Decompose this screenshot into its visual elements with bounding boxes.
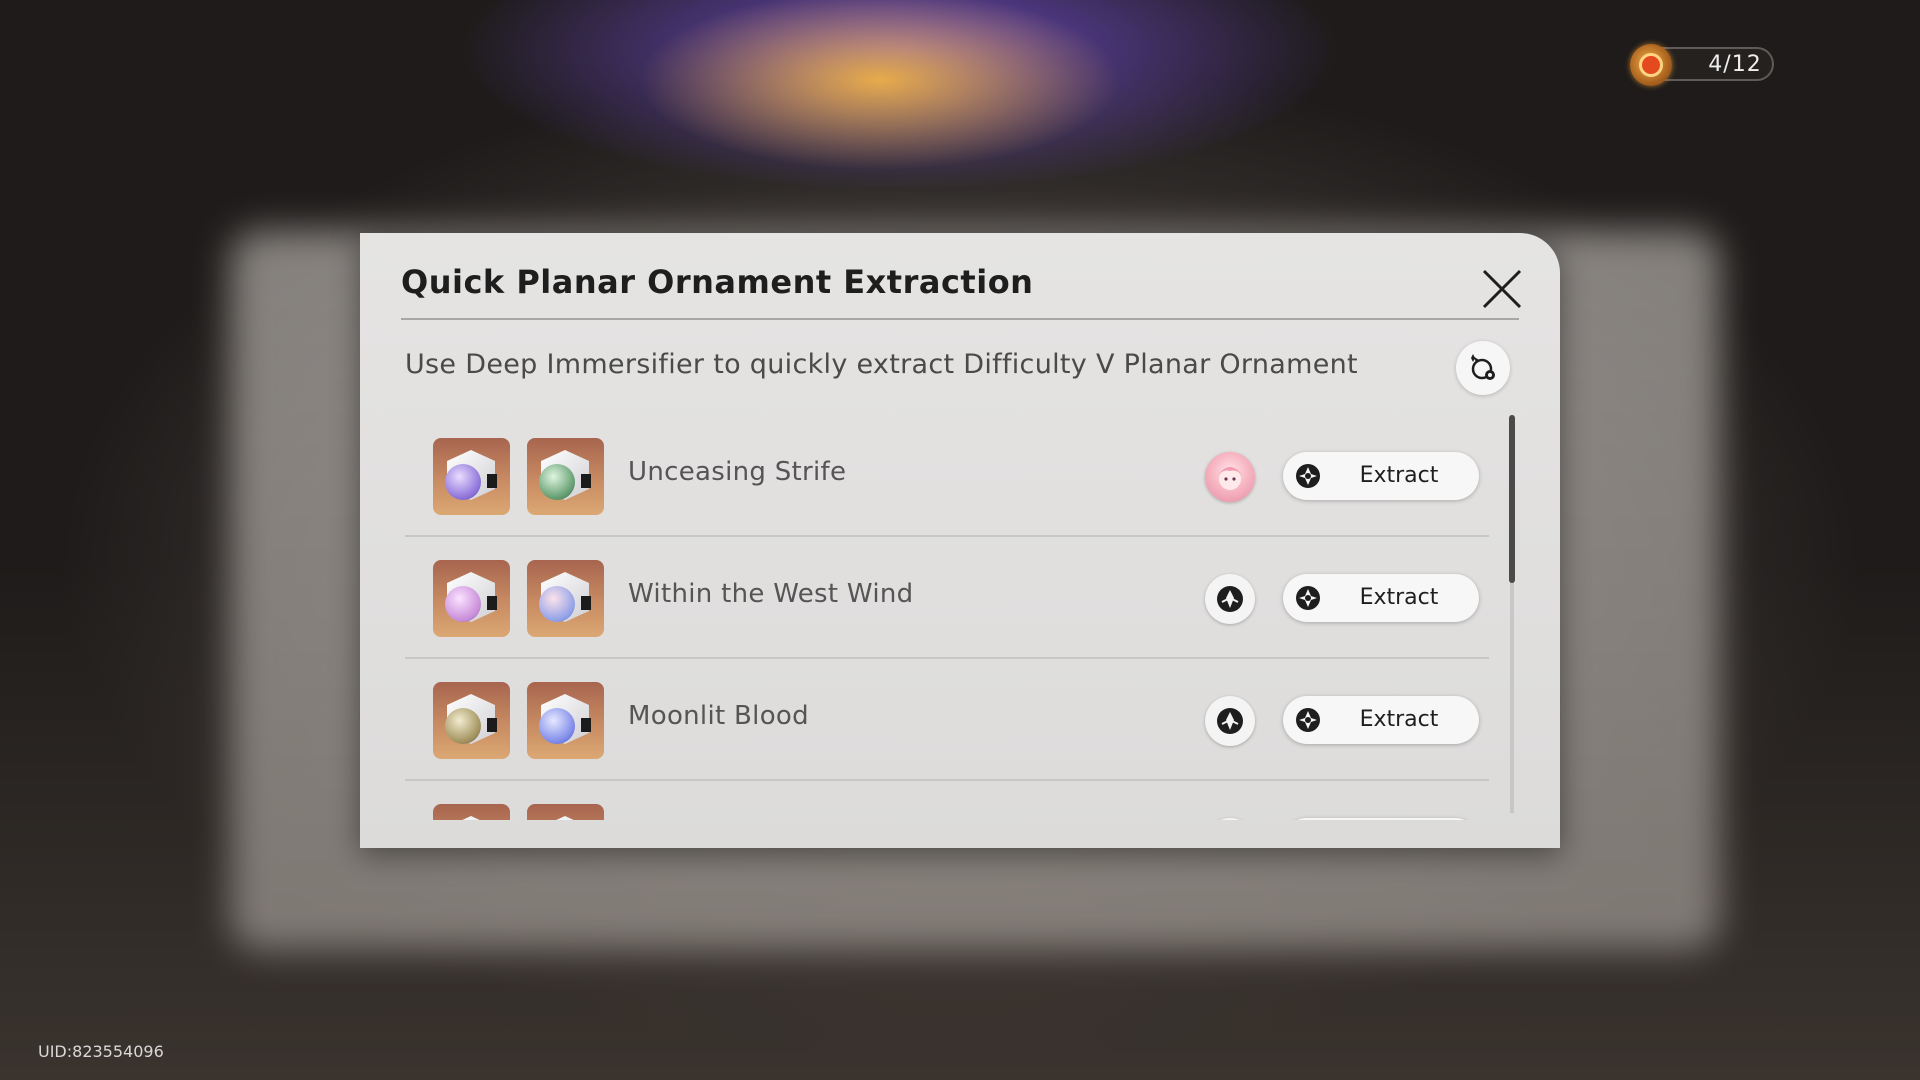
extract-label: Extract — [1359, 707, 1439, 732]
deep-immersifier-icon — [1296, 586, 1320, 610]
trailblaze-emblem-icon[interactable] — [1205, 574, 1255, 624]
trailblaze-emblem-icon[interactable] — [1205, 696, 1255, 746]
list-item: Unceasing Strife Extract — [405, 415, 1489, 537]
resource-counter: 4/12 — [1708, 52, 1762, 77]
extraction-dialog: Quick Planar Ornament Extraction Use Dee… — [360, 233, 1560, 848]
scrollbar-thumb[interactable] — [1509, 415, 1515, 583]
ornament-set-name: Moonlit Blood — [628, 701, 809, 731]
title-divider — [401, 318, 1519, 320]
ornament-icon[interactable] — [433, 560, 510, 637]
character-filter-icon — [1471, 354, 1495, 380]
ornament-icon[interactable] — [433, 438, 510, 515]
extract-label: Extract — [1359, 585, 1439, 610]
extract-button[interactable] — [1283, 818, 1479, 820]
dialog-subtitle: Use Deep Immersifier to quickly extract … — [405, 349, 1358, 380]
ornament-icon[interactable] — [433, 804, 510, 820]
character-filter-button[interactable] — [1456, 341, 1510, 395]
trailblaze-emblem-icon[interactable] — [1205, 818, 1255, 820]
extract-button[interactable]: Extract — [1283, 452, 1479, 500]
deep-immersifier-icon — [1296, 708, 1320, 732]
extract-label: Extract — [1359, 463, 1439, 488]
ornament-icon[interactable] — [527, 560, 604, 637]
extract-button[interactable]: Extract — [1283, 574, 1479, 622]
dialog-title: Quick Planar Ornament Extraction — [401, 263, 1034, 301]
user-id: UID:823554096 — [38, 1042, 164, 1061]
ornament-list[interactable]: Unceasing Strife Extract Within the West… — [405, 415, 1489, 820]
extract-button[interactable]: Extract — [1283, 696, 1479, 744]
list-item: Moonlit Blood Extract — [405, 659, 1489, 781]
ornament-icon[interactable] — [527, 804, 604, 820]
list-item: Within the West Wind Extract — [405, 537, 1489, 659]
extract-label — [1331, 818, 1467, 820]
ornament-icon[interactable] — [527, 682, 604, 759]
ornament-icon[interactable] — [527, 438, 604, 515]
list-item — [405, 781, 1489, 820]
ornament-icon[interactable] — [433, 682, 510, 759]
close-button[interactable] — [1480, 267, 1524, 311]
deep-immersifier-icon — [1296, 464, 1320, 488]
close-icon — [1482, 269, 1522, 309]
ornament-set-name: Within the West Wind — [628, 579, 914, 609]
power-orb-icon — [1630, 44, 1672, 86]
ornament-set-name: Unceasing Strife — [628, 457, 847, 487]
character-portrait-icon[interactable] — [1205, 452, 1255, 502]
